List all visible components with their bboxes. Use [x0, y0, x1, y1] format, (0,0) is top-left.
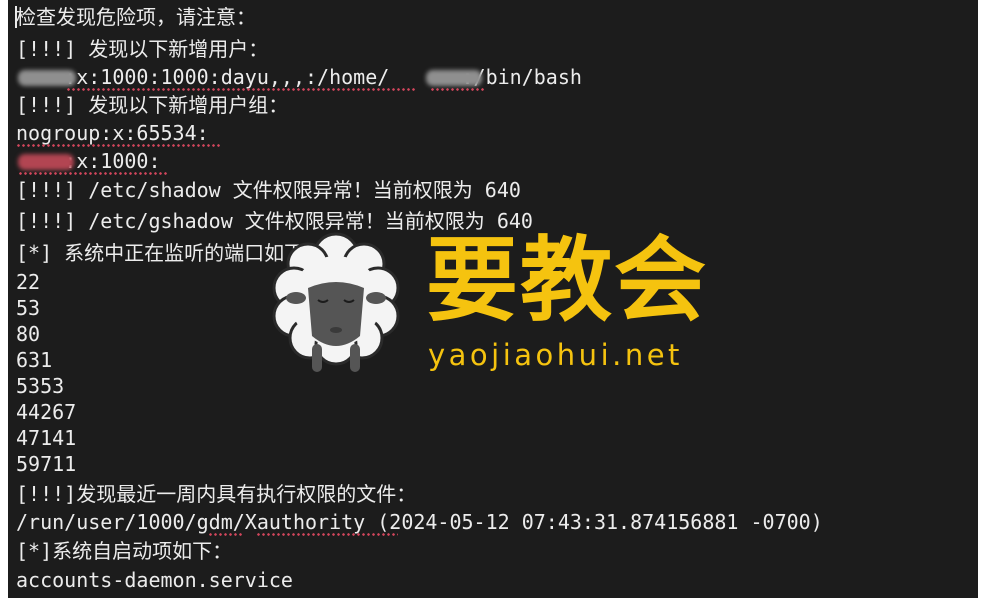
- redacted-group-name: [18, 154, 74, 170]
- terminal-line-port: 53: [16, 296, 41, 320]
- terminal-line-new-groups-heading: [!!!] 发现以下新增用户组：: [16, 93, 289, 117]
- terminal-line-port: 47141: [16, 426, 77, 450]
- terminal-line-port: 22: [16, 270, 41, 294]
- watermark-url: yaojiaohui.net: [428, 338, 683, 372]
- terminal-line-executable-files-heading: [!!!]发现最近一周内具有执行权限的文件：: [16, 482, 417, 506]
- spellcheck-underline: [256, 533, 398, 536]
- terminal-line-port: 631: [16, 348, 53, 372]
- redacted-username: [18, 70, 76, 86]
- watermark: 要教会 yaojiaohui.net: [266, 226, 726, 386]
- terminal-line-group-nogroup: nogroup:x:65534:: [16, 121, 209, 145]
- terminal-line-autostart-heading: [*]系统自启动项如下：: [16, 539, 233, 563]
- terminal-line-new-users-heading: [!!!] 发现以下新增用户：: [16, 37, 269, 61]
- spellcheck-underline: [208, 533, 244, 536]
- terminal-line-new-user-entry: :x:1000:1000:dayu,,,:/home/ :/bin/bash: [16, 65, 582, 89]
- watermark-title: 要教会: [426, 226, 709, 334]
- spellcheck-underline: [18, 172, 168, 175]
- terminal-line-port: 44267: [16, 400, 77, 424]
- terminal-line-xauthority-file: /run/user/1000/gdm/Xauthority (2024-05-1…: [16, 510, 823, 534]
- terminal-line-autostart-service: accounts-daemon.service: [16, 568, 293, 592]
- sheep-icon: [272, 232, 400, 372]
- spellcheck-underline: [430, 88, 486, 91]
- redacted-home-dir: [426, 70, 482, 86]
- terminal-line-port: 59711: [16, 452, 77, 476]
- spellcheck-underline: [16, 144, 220, 147]
- terminal-line-port: 5353: [16, 374, 65, 398]
- spellcheck-underline: [66, 88, 416, 91]
- terminal-line-shadow-permission: [!!!] /etc/shadow 文件权限异常！当前权限为 640: [16, 178, 521, 202]
- terminal-line-warning-header: 检查发现危险项，请注意：: [16, 5, 256, 29]
- terminal-line-port: 80: [16, 322, 41, 346]
- terminal-window[interactable]: 检查发现危险项，请注意： [!!!] 发现以下新增用户： :x:1000:100…: [8, 0, 978, 598]
